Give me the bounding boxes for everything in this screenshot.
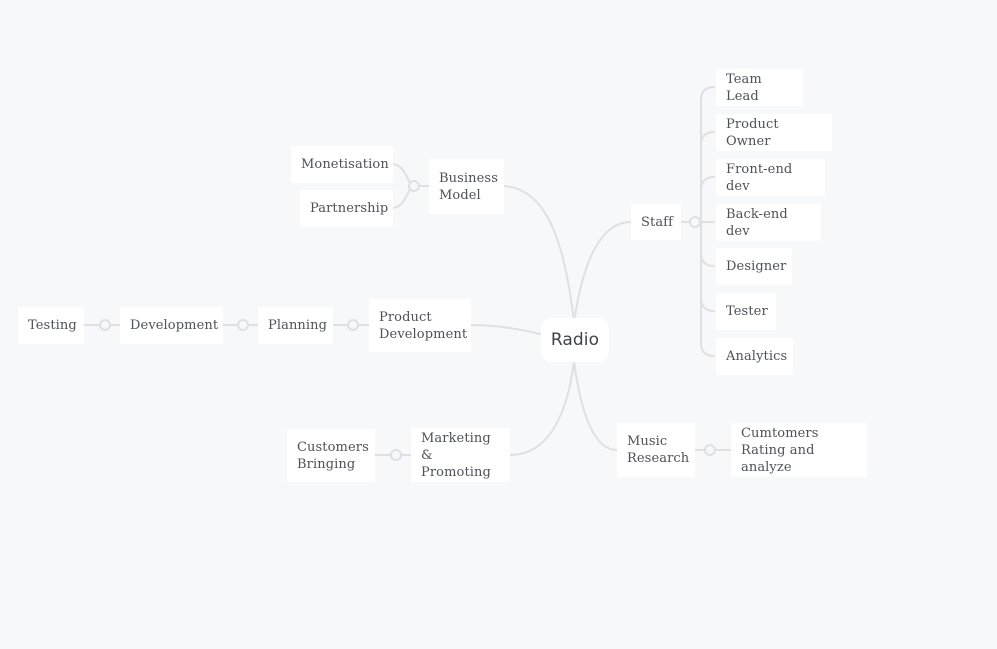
connector-staff-designer-branch	[700, 252, 715, 267]
node-designer[interactable]: Designer	[716, 248, 792, 285]
collapse-toggle-music-research[interactable]	[704, 444, 716, 456]
node-development[interactable]: Development	[120, 307, 223, 344]
node-backend-dev[interactable]: Back-end dev	[716, 204, 821, 241]
connector-root-marketing	[509, 361, 575, 456]
connector-staff-designer	[700, 221, 715, 357]
connector-root-music-research	[573, 361, 618, 451]
node-marketing-promoting[interactable]: Marketing & Promoting	[411, 428, 510, 482]
node-team-lead[interactable]: Team Lead	[716, 69, 803, 106]
connector-root-product-development	[470, 324, 541, 335]
node-customers-bringing[interactable]: Customers Bringing	[287, 429, 375, 482]
connector-business-model-partnership	[392, 190, 410, 209]
connector-staff-product-owner	[700, 131, 715, 146]
node-planning[interactable]: Planning	[258, 307, 333, 344]
node-tester[interactable]: Tester	[716, 293, 776, 330]
node-business-model[interactable]: Business Model	[429, 159, 504, 214]
collapse-toggle-business-model[interactable]	[408, 180, 420, 192]
connector-staff-frontend	[700, 176, 715, 191]
node-music-research[interactable]: Music Research	[617, 423, 695, 477]
collapse-toggle-product-development[interactable]	[347, 319, 359, 331]
connector-root-staff	[573, 221, 632, 323]
collapse-toggle-staff[interactable]	[689, 216, 701, 228]
node-partnership[interactable]: Partnership	[300, 190, 393, 227]
node-testing[interactable]: Testing	[18, 307, 84, 344]
node-customers-rating[interactable]: Cumtomers Rating and analyze	[731, 423, 867, 477]
connector-root-business-model	[502, 185, 575, 323]
connector-staff-team-lead	[700, 86, 715, 223]
collapse-toggle-marketing[interactable]	[390, 449, 402, 461]
collapse-toggle-planning[interactable]	[237, 319, 249, 331]
connector-staff-tester	[700, 297, 715, 312]
node-product-development[interactable]: Product Development	[369, 299, 471, 352]
node-analytics[interactable]: Analytics	[716, 338, 793, 375]
collapse-toggle-development[interactable]	[99, 319, 111, 331]
node-frontend-dev[interactable]: Front-end dev	[716, 159, 825, 196]
node-product-owner[interactable]: Product Owner	[716, 114, 832, 151]
root-node[interactable]: Radio	[541, 318, 609, 362]
node-monetisation[interactable]: Monetisation	[291, 146, 393, 183]
connector-business-model-monetisation	[392, 163, 410, 182]
node-staff[interactable]: Staff	[631, 204, 681, 240]
